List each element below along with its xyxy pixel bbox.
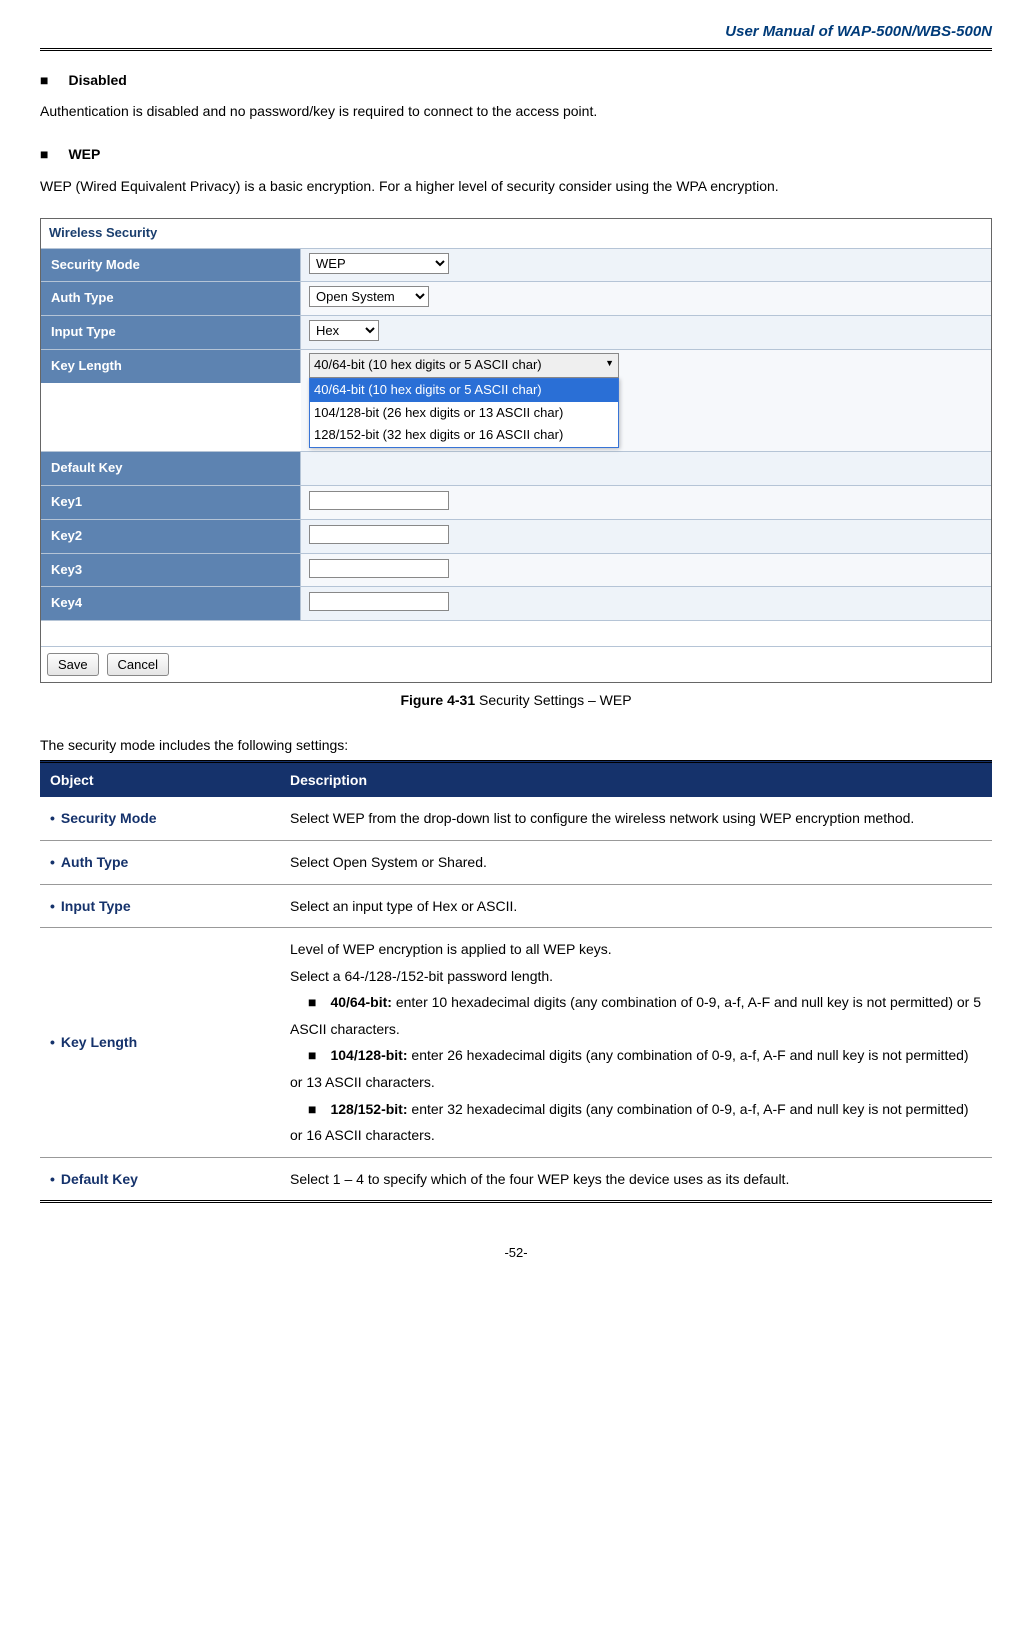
row-key4: Key4: [41, 586, 991, 620]
heading-disabled-text: Disabled: [68, 72, 126, 88]
label-key-length: Key Length: [41, 350, 301, 383]
desc-input-type: Select an input type of Hex or ASCII.: [280, 884, 992, 928]
bullet-square-icon: ■: [308, 1047, 316, 1063]
table-intro-text: The security mode includes the following…: [40, 734, 992, 756]
kl-b3-bold: 128/152-bit:: [330, 1101, 407, 1117]
table-row: •Default Key Select 1 – 4 to specify whi…: [40, 1157, 992, 1200]
desc-key-length: Level of WEP encryption is applied to al…: [280, 928, 992, 1158]
label-input-type: Input Type: [41, 316, 301, 349]
row-input-type: Input Type Hex: [41, 315, 991, 349]
key-length-dropdown-list: 40/64-bit (10 hex digits or 5 ASCII char…: [309, 378, 619, 448]
table-header-row: Object Description: [40, 761, 992, 797]
key-length-intro2: Select a 64-/128-/152-bit password lengt…: [290, 963, 982, 990]
desc-default-key: Select 1 – 4 to specify which of the fou…: [280, 1157, 992, 1200]
table-row: •Input Type Select an input type of Hex …: [40, 884, 992, 928]
kl-b1-bold: 40/64-bit:: [330, 994, 391, 1010]
row-auth-type: Auth Type Open System: [41, 281, 991, 315]
heading-disabled: ■ Disabled: [40, 69, 992, 91]
bullet-square-icon: ■: [308, 1101, 316, 1117]
key4-input[interactable]: [309, 592, 449, 611]
row-security-mode: Security Mode WEP: [41, 248, 991, 282]
key-length-option[interactable]: 104/128-bit (26 hex digits or 13 ASCII c…: [310, 402, 618, 425]
label-key3: Key3: [41, 554, 301, 587]
kl-b2-bold: 104/128-bit:: [330, 1047, 407, 1063]
key2-input[interactable]: [309, 525, 449, 544]
desc-auth-type: Select Open System or Shared.: [280, 840, 992, 884]
heading-wep: ■ WEP: [40, 143, 992, 165]
label-default-key: Default Key: [41, 452, 301, 485]
key3-input[interactable]: [309, 559, 449, 578]
bullet-square-icon: ■: [40, 72, 48, 88]
figure-number: Figure 4-31: [400, 692, 475, 708]
obj-input-type: Input Type: [61, 898, 131, 914]
label-key1: Key1: [41, 486, 301, 519]
obj-default-key: Default Key: [61, 1171, 138, 1187]
label-auth-type: Auth Type: [41, 282, 301, 315]
col-header-object: Object: [40, 761, 280, 797]
header-divider: [40, 48, 992, 51]
heading-wep-text: WEP: [68, 146, 100, 162]
label-key4: Key4: [41, 587, 301, 620]
table-row: •Security Mode Select WEP from the drop-…: [40, 797, 992, 840]
panel-title: Wireless Security: [41, 219, 991, 248]
label-security-mode: Security Mode: [41, 249, 301, 282]
key-length-intro1: Level of WEP encryption is applied to al…: [290, 936, 982, 963]
button-row: Save Cancel: [41, 646, 991, 682]
key-length-option[interactable]: 40/64-bit (10 hex digits or 5 ASCII char…: [310, 379, 618, 402]
key1-input[interactable]: [309, 491, 449, 510]
key-length-option[interactable]: 128/152-bit (32 hex digits or 16 ASCII c…: [310, 424, 618, 447]
save-button[interactable]: Save: [47, 653, 99, 676]
obj-security-mode: Security Mode: [61, 810, 157, 826]
key-length-select[interactable]: 40/64-bit (10 hex digits or 5 ASCII char…: [309, 353, 619, 378]
page-number: -52-: [40, 1243, 992, 1264]
col-header-description: Description: [280, 761, 992, 797]
disabled-description: Authentication is disabled and no passwo…: [40, 97, 992, 125]
row-default-key: Default Key: [41, 451, 991, 485]
wep-description: WEP (Wired Equivalent Privacy) is a basi…: [40, 172, 992, 200]
row-key-length: Key Length 40/64-bit (10 hex digits or 5…: [41, 349, 991, 451]
kl-b1-rest: enter 10 hexadecimal digits (any combina…: [290, 994, 981, 1037]
bullet-square-icon: ■: [40, 146, 48, 162]
table-row: •Key Length Level of WEP encryption is a…: [40, 928, 992, 1158]
row-key2: Key2: [41, 519, 991, 553]
description-table: Object Description •Security Mode Select…: [40, 760, 992, 1201]
table-row: •Auth Type Select Open System or Shared.: [40, 840, 992, 884]
wireless-security-panel: Wireless Security Security Mode WEP Auth…: [40, 218, 992, 683]
row-key3: Key3: [41, 553, 991, 587]
obj-key-length: Key Length: [61, 1034, 137, 1050]
auth-type-select[interactable]: Open System: [309, 286, 429, 307]
bullet-square-icon: ■: [308, 994, 316, 1010]
security-mode-select[interactable]: WEP: [309, 253, 449, 274]
label-key2: Key2: [41, 520, 301, 553]
page-header-title: User Manual of WAP-500N/WBS-500N: [40, 20, 992, 48]
input-type-select[interactable]: Hex: [309, 320, 379, 341]
desc-security-mode: Select WEP from the drop-down list to co…: [280, 797, 992, 840]
table-bottom-divider: [40, 1200, 992, 1203]
row-key1: Key1: [41, 485, 991, 519]
obj-auth-type: Auth Type: [61, 854, 128, 870]
figure-title: Security Settings – WEP: [475, 692, 631, 708]
cancel-button[interactable]: Cancel: [107, 653, 169, 676]
figure-caption: Figure 4-31 Security Settings – WEP: [40, 689, 992, 711]
